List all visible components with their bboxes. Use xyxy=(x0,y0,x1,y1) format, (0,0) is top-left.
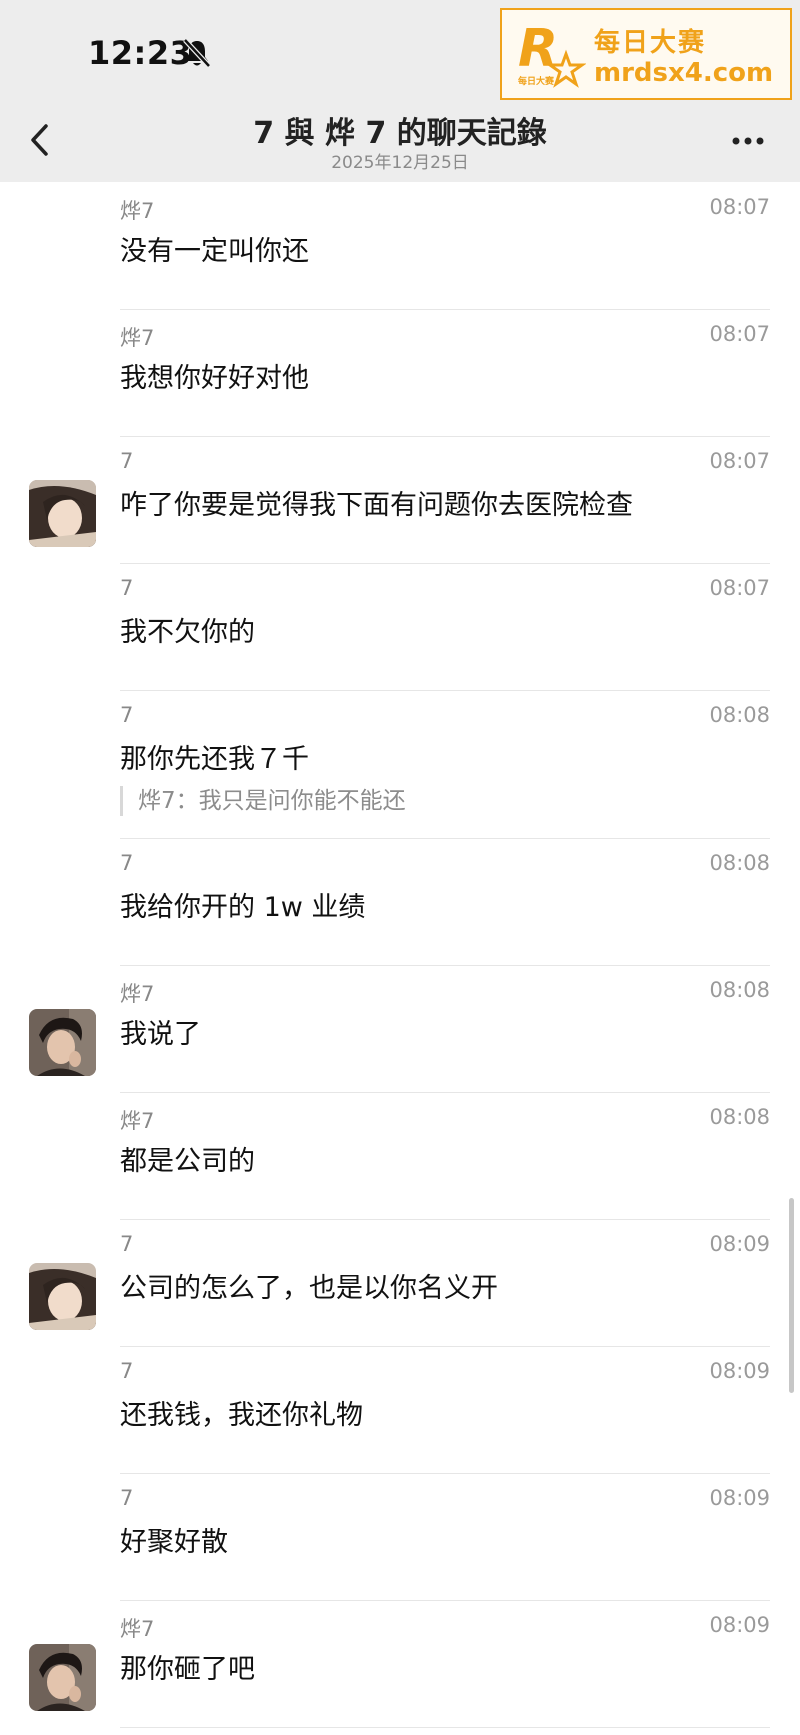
message-sender: 7 xyxy=(120,1359,134,1383)
message-text: 我不欠你的 xyxy=(120,617,255,648)
watermark-brand: 每日大赛 xyxy=(594,28,707,58)
message-time: 08:08 xyxy=(709,1105,770,1129)
avatar-male[interactable] xyxy=(29,1009,96,1076)
message-time: 08:09 xyxy=(709,1232,770,1256)
message-item[interactable]: 烨7 08:08 都是公司的 xyxy=(0,1093,800,1220)
message-text: 没有一定叫你还 xyxy=(120,236,309,267)
avatar-female[interactable] xyxy=(29,1263,96,1330)
scrollbar[interactable] xyxy=(789,1198,794,1393)
message-text: 都是公司的 xyxy=(120,1146,255,1177)
avatar-male-image xyxy=(29,1009,96,1076)
page-title: 7 與 烨 7 的聊天記錄 xyxy=(253,116,547,151)
message-text: 还我钱，我还你礼物 xyxy=(120,1400,363,1431)
message-item[interactable]: 7 08:09 还我钱，我还你礼物 xyxy=(0,1347,800,1474)
message-text: 那你砸了吧 xyxy=(120,1654,255,1685)
message-time: 08:09 xyxy=(709,1359,770,1383)
message-item[interactable]: 7 08:08 我给你开的 1w 业绩 xyxy=(0,839,800,966)
message-sender: 7 xyxy=(120,1486,134,1510)
message-item[interactable]: 烨7 08:08 我说了 xyxy=(0,966,800,1093)
message-sender: 7 xyxy=(120,1232,134,1256)
message-time: 08:07 xyxy=(709,195,770,219)
message-time: 08:09 xyxy=(709,1486,770,1510)
avatar-female-image xyxy=(29,480,96,547)
message-text: 我说了 xyxy=(120,1019,201,1050)
message-text: 咋了你要是觉得我下面有问题你去医院检查 xyxy=(120,490,633,521)
message-sender: 烨7 xyxy=(120,1109,155,1133)
quoted-message[interactable]: 烨7：我只是问你能不能还 xyxy=(120,786,406,816)
more-icon[interactable] xyxy=(728,126,768,156)
message-sender: 7 xyxy=(120,449,134,473)
message-item[interactable]: 7 08:09 好聚好散 xyxy=(0,1474,800,1601)
message-sender: 烨7 xyxy=(120,982,155,1006)
avatar-female[interactable] xyxy=(29,480,96,547)
message-time: 08:08 xyxy=(709,851,770,875)
message-text: 我给你开的 1w 业绩 xyxy=(120,892,366,923)
message-item[interactable]: 7 08:07 我不欠你的 xyxy=(0,564,800,691)
message-item[interactable]: 烨7 08:07 我想你好好对他 xyxy=(0,310,800,437)
message-text: 好聚好散 xyxy=(120,1527,228,1558)
nav-bar: 7 與 烨 7 的聊天記錄 2025年12月25日 xyxy=(0,100,800,182)
message-time: 08:08 xyxy=(709,978,770,1002)
message-sender: 烨7 xyxy=(120,326,155,350)
message-text: 那你先还我７千 xyxy=(120,744,309,775)
message-sender: 7 xyxy=(120,576,134,600)
message-sender: 7 xyxy=(120,703,134,727)
message-sender: 烨7 xyxy=(120,199,155,223)
message-text: 我想你好好对他 xyxy=(120,363,309,394)
avatar-female-image xyxy=(29,1263,96,1330)
message-sender: 烨7 xyxy=(120,1617,155,1641)
watermark-logo-caption: 每日大赛 xyxy=(518,75,555,87)
message-item[interactable]: 烨7 08:07 没有一定叫你还 xyxy=(0,183,800,310)
message-item[interactable]: 7 08:07 咋了你要是觉得我下面有问题你去医院检查 xyxy=(0,437,800,564)
bell-slash-icon xyxy=(183,38,211,68)
message-sender: 7 xyxy=(120,851,134,875)
message-time: 08:07 xyxy=(709,322,770,346)
svg-text:R: R xyxy=(518,20,558,79)
message-text: 公司的怎么了，也是以你名义开 xyxy=(120,1273,498,1304)
status-time: 12:23 xyxy=(88,34,193,72)
message-time: 08:08 xyxy=(709,703,770,727)
avatar-male[interactable] xyxy=(29,1644,96,1711)
message-item[interactable]: 7 08:09 公司的怎么了，也是以你名义开 xyxy=(0,1220,800,1347)
watermark-url: mrdsx4.com xyxy=(594,58,774,88)
watermark: R 每日大赛 每日大赛 mrdsx4.com xyxy=(500,8,792,100)
message-time: 08:07 xyxy=(709,576,770,600)
chat-date: 2025年12月25日 xyxy=(331,153,469,173)
message-time: 08:07 xyxy=(709,449,770,473)
message-item[interactable]: 烨7 08:09 那你砸了吧 xyxy=(0,1601,800,1728)
watermark-logo: R 每日大赛 xyxy=(518,20,586,88)
avatar-male-image xyxy=(29,1644,96,1711)
divider xyxy=(120,1727,770,1728)
message-item[interactable]: 7 08:08 那你先还我７千 烨7：我只是问你能不能还 xyxy=(0,691,800,839)
message-time: 08:09 xyxy=(709,1613,770,1637)
